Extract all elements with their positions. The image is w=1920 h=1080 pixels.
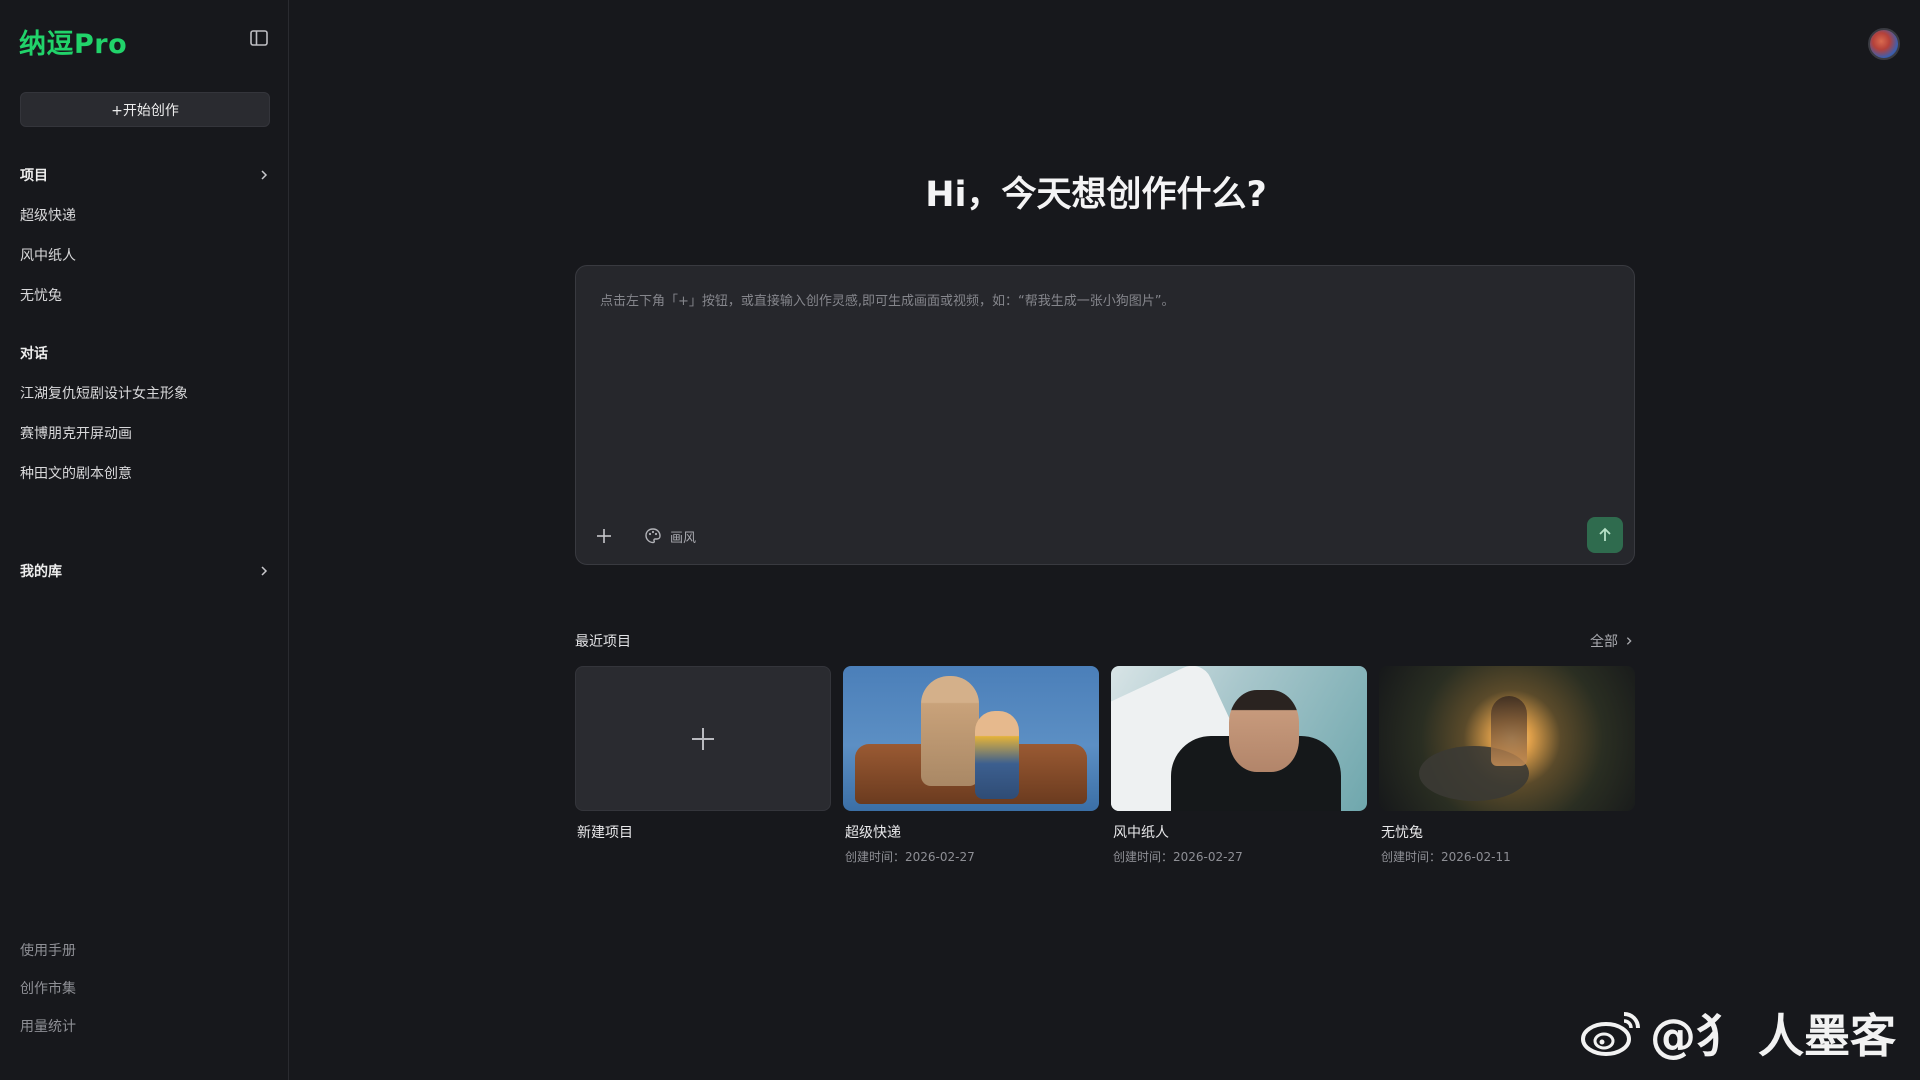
project-card[interactable]: 风中纸人 创建时间：2026-02-27 xyxy=(1111,666,1367,865)
page-title-text: Hi，今天想创作什么? xyxy=(925,175,1267,215)
dialogs-section-header: 对话 xyxy=(20,342,270,364)
project-title: 无忧兔 xyxy=(1381,825,1423,841)
footer-market-link[interactable]: 创作市集 xyxy=(20,978,76,998)
project-thumbnail xyxy=(1379,666,1635,811)
project-title: 超级快递 xyxy=(845,825,901,841)
new-project-label: 新建项目 xyxy=(577,825,633,841)
plus-icon xyxy=(692,727,714,750)
dialogs-header-label: 对话 xyxy=(20,346,48,362)
project-title: 风中纸人 xyxy=(1113,825,1169,841)
project-date: 创建时间：2026-02-27 xyxy=(1113,850,1243,864)
project-thumbnail xyxy=(843,666,1099,811)
sidebar-dialog-item[interactable]: 种田文的剧本创意 xyxy=(20,463,132,483)
palette-icon xyxy=(645,528,661,544)
prompt-input[interactable] xyxy=(598,288,1602,472)
weibo-icon xyxy=(1581,1012,1640,1056)
project-date: 创建时间：2026-02-27 xyxy=(845,850,975,864)
library-header-label: 我的库 xyxy=(20,564,62,580)
recent-projects-title: 最近项目 xyxy=(575,634,631,650)
view-all-link[interactable]: 全部 xyxy=(1590,631,1634,651)
watermark-text: @犭 人墨客 xyxy=(1650,1009,1897,1063)
style-label: 画风 xyxy=(670,530,697,546)
start-creating-button[interactable]: +开始创作 xyxy=(20,92,270,127)
project-thumbnail xyxy=(1111,666,1367,811)
new-project-card[interactable]: 新建项目 xyxy=(575,666,831,842)
library-section-header[interactable]: 我的库 xyxy=(20,560,270,582)
prompt-box: 画风 xyxy=(575,265,1635,565)
send-button[interactable] xyxy=(1587,517,1623,553)
style-button[interactable]: 画风 xyxy=(644,525,696,547)
sidebar-project-item[interactable]: 无忧兔 xyxy=(20,285,62,305)
footer-manual-link[interactable]: 使用手册 xyxy=(20,940,76,960)
sidebar-project-item[interactable]: 风中纸人 xyxy=(20,245,76,265)
chevron-right-icon xyxy=(261,566,268,576)
view-all-label: 全部 xyxy=(1590,634,1618,650)
footer-usage-link[interactable]: 用量统计 xyxy=(20,1016,76,1036)
project-card[interactable]: 超级快递 创建时间：2026-02-27 xyxy=(843,666,1099,865)
watermark: @犭 人墨客 xyxy=(1580,1000,1896,1066)
arrow-up-icon xyxy=(1599,527,1611,541)
sidebar-toggle-icon[interactable] xyxy=(250,30,268,46)
page-title: Hi，今天想创作什么? xyxy=(0,166,1920,217)
user-avatar[interactable] xyxy=(1868,28,1900,60)
new-project-thumb xyxy=(575,666,831,811)
plus-icon[interactable] xyxy=(594,526,614,546)
brand-logo[interactable]: 纳逗Pro xyxy=(19,22,127,61)
project-date: 创建时间：2026-02-11 xyxy=(1381,850,1511,864)
sidebar: 纳逗Pro +开始创作 项目 超级快递 风中纸人 无忧兔 对话 江湖复仇短剧设计… xyxy=(0,0,289,1080)
project-card[interactable]: 无忧兔 创建时间：2026-02-11 xyxy=(1379,666,1635,865)
sidebar-dialog-item[interactable]: 赛博朋克开屏动画 xyxy=(20,423,132,443)
chevron-right-icon xyxy=(1626,637,1632,645)
sidebar-dialog-item[interactable]: 江湖复仇短剧设计女主形象 xyxy=(20,383,188,403)
